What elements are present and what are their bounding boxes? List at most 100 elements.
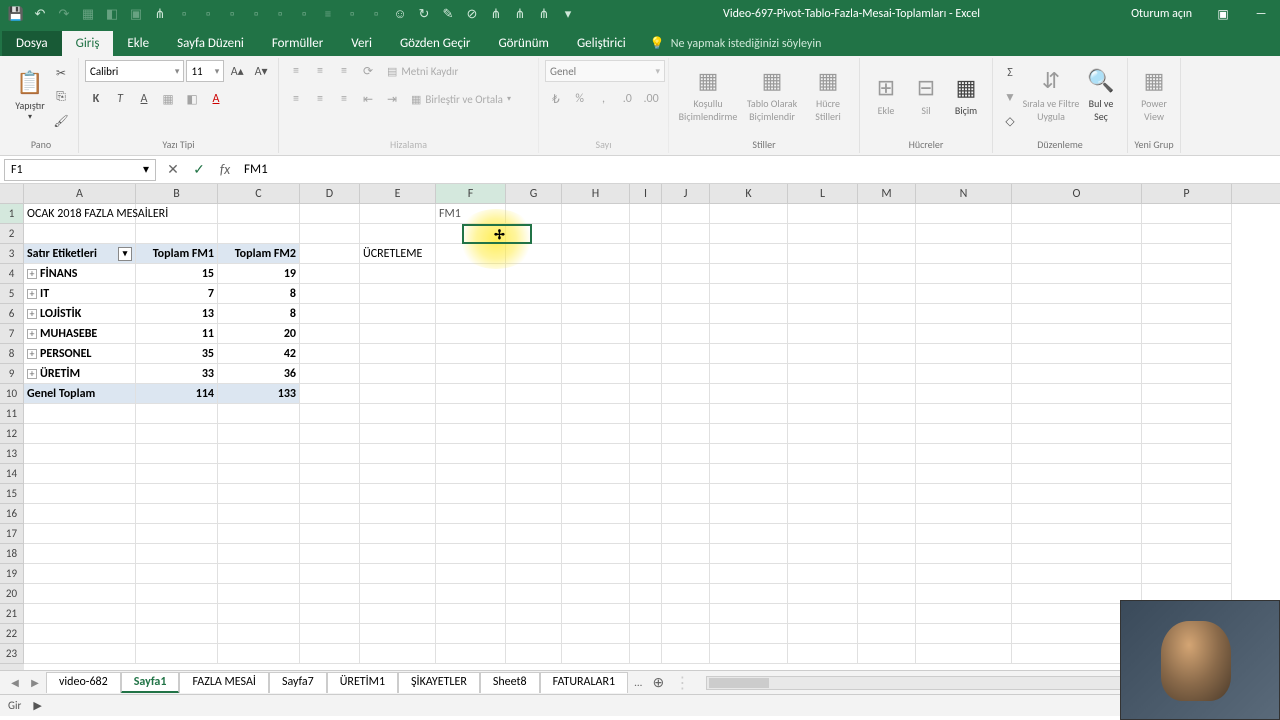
cell-M5[interactable]	[858, 284, 916, 304]
find-select-button[interactable]: 🔍Bul ve Seç	[1081, 60, 1121, 130]
cut-icon[interactable]: ✂	[50, 62, 72, 84]
cell-P10[interactable]	[1142, 384, 1232, 404]
smile-icon[interactable]: ☺	[388, 2, 412, 26]
cell-I3[interactable]	[630, 244, 662, 264]
cell-B23[interactable]	[136, 644, 218, 664]
cell-B14[interactable]	[136, 464, 218, 484]
cell-D14[interactable]	[300, 464, 360, 484]
cell-A12[interactable]	[24, 424, 136, 444]
cell-B17[interactable]	[136, 524, 218, 544]
cell-N18[interactable]	[916, 544, 1012, 564]
cell-H19[interactable]	[562, 564, 630, 584]
cell-A19[interactable]	[24, 564, 136, 584]
cell-F19[interactable]	[436, 564, 506, 584]
cell-J20[interactable]	[662, 584, 710, 604]
cell-P8[interactable]	[1142, 344, 1232, 364]
cell-J14[interactable]	[662, 464, 710, 484]
cell-B22[interactable]	[136, 624, 218, 644]
cell-D6[interactable]	[300, 304, 360, 324]
tree-icon[interactable]: ⋔	[484, 2, 508, 26]
cell-B10[interactable]: 114	[136, 384, 218, 404]
cell-G11[interactable]	[506, 404, 562, 424]
cell-F8[interactable]	[436, 344, 506, 364]
cell-O1[interactable]	[1012, 204, 1142, 224]
fill-icon[interactable]: ▼	[999, 86, 1021, 108]
cell-J17[interactable]	[662, 524, 710, 544]
col-header-G[interactable]: G	[506, 184, 562, 203]
row-header-5[interactable]: 5	[0, 284, 24, 304]
sheet-tab[interactable]: FAZLA MESAİ	[179, 672, 269, 693]
font-name-combo[interactable]: Calibri▾	[85, 60, 184, 82]
cell-O9[interactable]	[1012, 364, 1142, 384]
cell-C9[interactable]: 36	[218, 364, 300, 384]
cell-A4[interactable]: +FİNANS	[24, 264, 136, 284]
cell-E17[interactable]	[360, 524, 436, 544]
cell-P15[interactable]	[1142, 484, 1232, 504]
cell-J9[interactable]	[662, 364, 710, 384]
align-left-icon[interactable]: ≡	[285, 88, 307, 110]
cell-I4[interactable]	[630, 264, 662, 284]
delete-cells-button[interactable]: ⊟Sil	[906, 60, 946, 130]
cell-J22[interactable]	[662, 624, 710, 644]
cell-D4[interactable]	[300, 264, 360, 284]
cell-C22[interactable]	[218, 624, 300, 644]
row-header-11[interactable]: 11	[0, 404, 24, 424]
cell-H4[interactable]	[562, 264, 630, 284]
col-header-A[interactable]: A	[24, 184, 136, 203]
cell-A2[interactable]	[24, 224, 136, 244]
cell-K13[interactable]	[710, 444, 788, 464]
cancel-icon[interactable]: ✕	[160, 158, 186, 182]
cell-C11[interactable]	[218, 404, 300, 424]
tab-data[interactable]: Veri	[337, 31, 386, 56]
cell-P14[interactable]	[1142, 464, 1232, 484]
cell-A20[interactable]	[24, 584, 136, 604]
cell-L18[interactable]	[788, 544, 858, 564]
currency-icon[interactable]: ₺	[545, 88, 567, 110]
cell-C15[interactable]	[218, 484, 300, 504]
cell-C5[interactable]: 8	[218, 284, 300, 304]
cell-E19[interactable]	[360, 564, 436, 584]
sheet-nav-prev[interactable]: ◀	[6, 676, 24, 689]
cell-E9[interactable]	[360, 364, 436, 384]
fill-color-button[interactable]: ◧	[181, 88, 203, 110]
cell-F20[interactable]	[436, 584, 506, 604]
cell-I14[interactable]	[630, 464, 662, 484]
percent-icon[interactable]: %	[569, 88, 591, 110]
col-header-M[interactable]: M	[858, 184, 916, 203]
cell-K1[interactable]	[710, 204, 788, 224]
cell-O18[interactable]	[1012, 544, 1142, 564]
qa-icon[interactable]: ≡	[316, 2, 340, 26]
sheet-tab[interactable]: ÜRETİM1	[327, 672, 398, 693]
cell-D5[interactable]	[300, 284, 360, 304]
tab-view[interactable]: Görünüm	[484, 31, 562, 56]
cell-J23[interactable]	[662, 644, 710, 664]
cell-M9[interactable]	[858, 364, 916, 384]
cell-K6[interactable]	[710, 304, 788, 324]
add-sheet-button[interactable]: ⊕	[648, 674, 668, 691]
cell-B13[interactable]	[136, 444, 218, 464]
cell-L5[interactable]	[788, 284, 858, 304]
cell-E1[interactable]	[360, 204, 436, 224]
cell-J15[interactable]	[662, 484, 710, 504]
minimize-icon[interactable]: —	[1246, 7, 1276, 21]
cell-C13[interactable]	[218, 444, 300, 464]
cell-F11[interactable]	[436, 404, 506, 424]
grow-font-icon[interactable]: A▴	[226, 60, 248, 82]
cell-I23[interactable]	[630, 644, 662, 664]
powerview-button[interactable]: ▦Power View	[1134, 60, 1174, 130]
cell-O13[interactable]	[1012, 444, 1142, 464]
cell-G19[interactable]	[506, 564, 562, 584]
cell-F15[interactable]	[436, 484, 506, 504]
merge-button[interactable]: ▦Birleştir ve Ortala▾	[405, 88, 517, 110]
cell-H10[interactable]	[562, 384, 630, 404]
cell-D17[interactable]	[300, 524, 360, 544]
cell-G5[interactable]	[506, 284, 562, 304]
cell-M4[interactable]	[858, 264, 916, 284]
cell-P5[interactable]	[1142, 284, 1232, 304]
cell-F7[interactable]	[436, 324, 506, 344]
tab-file[interactable]: Dosya	[2, 31, 62, 56]
cell-M18[interactable]	[858, 544, 916, 564]
row-header-12[interactable]: 12	[0, 424, 24, 444]
cell-D1[interactable]	[300, 204, 360, 224]
cell-L2[interactable]	[788, 224, 858, 244]
